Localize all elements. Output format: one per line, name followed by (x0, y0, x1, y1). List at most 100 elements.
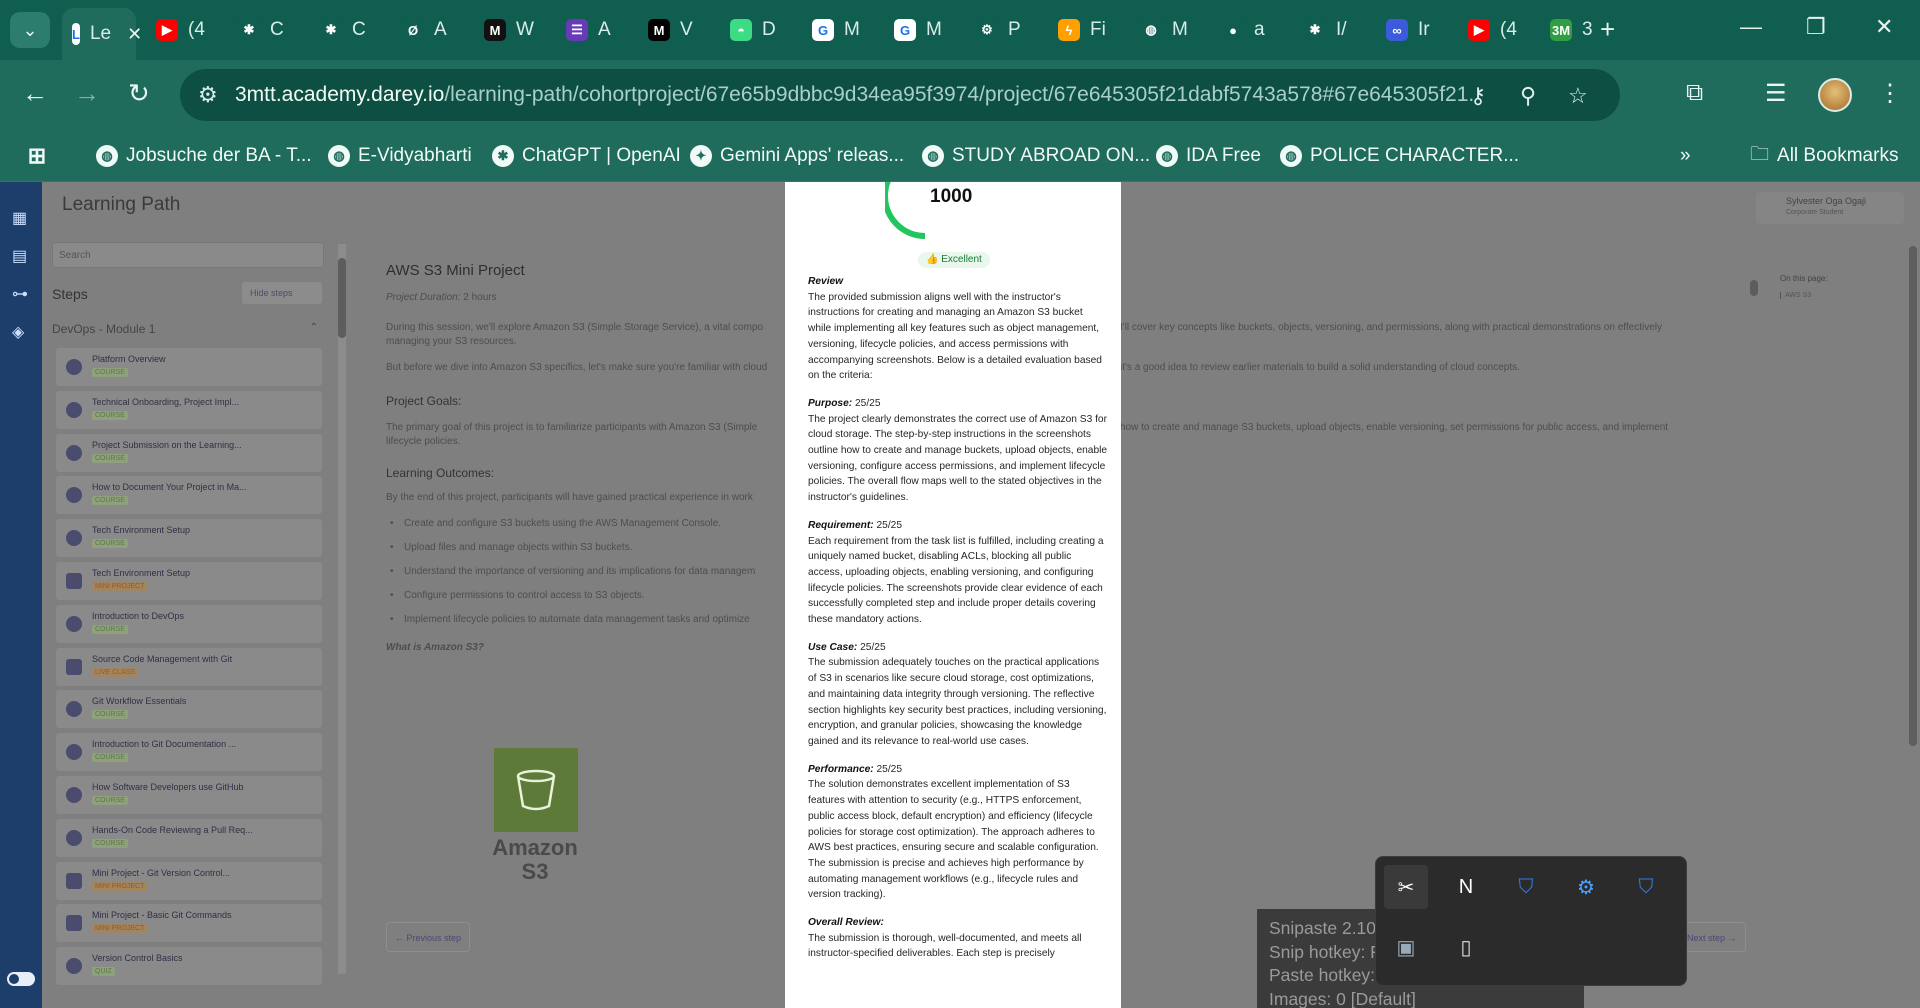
module-header[interactable]: DevOps - Module 1 ⌃ (52, 322, 324, 342)
path-icon[interactable]: ⊶ (12, 284, 28, 304)
address-bar[interactable]: ⚙ 3mtt.academy.darey.io/learning-path/co… (180, 69, 1620, 121)
content-scrollbar[interactable] (1750, 266, 1758, 896)
step-item[interactable]: Git Workflow Essentials COURSE (56, 690, 322, 729)
page-title: Learning Path (62, 194, 181, 215)
step-item[interactable]: Tech Environment Setup MINI PROJECT (56, 562, 322, 600)
defender-tray-icon[interactable]: ⛉ (1504, 865, 1548, 909)
zoom-icon[interactable]: ⚲ (1520, 83, 1536, 109)
step-item[interactable]: How to Document Your Project in Ma... COU… (56, 476, 322, 515)
tab[interactable]: ▶ (4 (146, 10, 224, 50)
google-icon: G (812, 19, 834, 41)
tab-title: V (680, 19, 693, 40)
discord-icon[interactable]: ◈ (12, 322, 24, 342)
theme-toggle[interactable] (7, 972, 35, 986)
tab-search-button[interactable]: ⌄ (10, 12, 50, 48)
tool-tray-icon[interactable]: ⚙ (1564, 865, 1608, 909)
courses-icon[interactable]: ▤ (12, 246, 27, 266)
step-item[interactable]: How Software Developers use GitHub COURSE (56, 776, 322, 814)
tab[interactable]: MW (474, 10, 552, 50)
step-item[interactable]: Hands-On Code Reviewing a Pull Req... COU… (56, 818, 322, 857)
step-badge: COURSE (92, 838, 128, 848)
previous-step-button[interactable]: ← Previous step (386, 922, 471, 952)
step-item[interactable]: Introduction to Git Documentation ... COU… (56, 733, 322, 772)
tab[interactable]: ▶ (4 (1458, 10, 1536, 50)
new-tab-button[interactable]: + (1600, 14, 1615, 45)
step-item[interactable]: Mini Project - Git Version Control... MIN… (56, 861, 322, 900)
profile-avatar[interactable] (1818, 78, 1852, 112)
next-step-button[interactable]: Next step → (1678, 922, 1746, 952)
bookmark-item[interactable]: ✦ Gemini Apps' releas... (690, 140, 904, 172)
password-key-icon[interactable]: ⚷ (1470, 83, 1486, 109)
goals-text: The primary goal of this project is to f… (386, 422, 758, 433)
tab[interactable]: GM (802, 10, 880, 50)
step-item[interactable]: Source Code Management with Git LIVE CLAS… (56, 647, 322, 686)
tab[interactable]: ØA (392, 10, 470, 50)
usb-tray-icon[interactable]: ▯ (1444, 925, 1488, 969)
url-text[interactable]: 3mtt.academy.darey.io/learning-path/coho… (235, 83, 1475, 107)
tab-strip: ⌄ L Le ✕ ▶ (4 ✱ C ✱ C Ø A M W ☰ A M V ◓ D G M G M ⚙ Pϟ Fi ◍ M ● a ✱ I/∞… (0, 0, 1920, 60)
minimize-button[interactable]: — (1740, 14, 1762, 40)
tab[interactable]: ◓ D (720, 10, 798, 50)
tab[interactable]: ⚙ P (966, 10, 1044, 50)
s3-logo-text: Amazon S3 (492, 835, 578, 884)
tab-title: W (516, 19, 534, 40)
more-bookmarks-button[interactable]: » (1680, 140, 1691, 172)
forward-button[interactable]: → (74, 78, 100, 109)
reload-button[interactable]: ↻ (128, 78, 150, 109)
site-info-icon[interactable]: ⚙ (198, 82, 218, 108)
media-control-icon[interactable]: ☰ (1765, 79, 1787, 108)
hide-steps-button[interactable]: Hide steps (242, 282, 322, 304)
bookmark-item[interactable]: ◍ STUDY ABROAD ON... (922, 140, 1150, 172)
step-item[interactable]: Version Control Basics QUIZ (56, 947, 322, 986)
step-item[interactable]: Tech Environment Setup COURSE (56, 519, 322, 558)
on-this-page-link[interactable]: AWS S3 (1780, 292, 1811, 299)
bookmark-item[interactable]: ◍ E-Vidyabharti (328, 140, 472, 172)
tab[interactable]: ∞ Ir (1376, 10, 1454, 50)
page-scrollbar[interactable] (1906, 182, 1920, 1008)
globe-icon: ✦ (690, 145, 712, 167)
step-item[interactable]: Technical Onboarding, Project Impl... COU… (56, 390, 322, 429)
tab[interactable]: ☰ A (556, 10, 634, 50)
step-item[interactable]: Platform Overview COURSE (56, 348, 322, 386)
apps-button[interactable]: ⊞ (26, 140, 48, 172)
bookmark-item[interactable]: ◍ IDA Free (1156, 140, 1261, 172)
dashboard-icon[interactable]: ▦ (12, 208, 27, 228)
tab[interactable]: L Le ✕ (62, 8, 142, 60)
bookmark-item[interactable]: ◍ Jobsuche der BA - T... (96, 140, 312, 172)
bookmark-item[interactable]: ✱ ChatGPT | OpenAI (492, 140, 681, 172)
tab[interactable]: ✱ C (310, 10, 388, 50)
step-item[interactable]: Introduction to DevOps COURSE (56, 604, 322, 643)
learning-icon: L (72, 23, 80, 45)
tab[interactable]: ✱ I/ (1294, 10, 1372, 50)
notion-tray-icon[interactable]: N (1444, 865, 1488, 909)
tab[interactable]: ϟ Fi (1048, 10, 1126, 50)
step-item[interactable]: Project Submission on the Learning... COU… (56, 433, 322, 472)
user-menu[interactable]: Sylvester Oga Ogaji Corporate Student (1756, 192, 1904, 224)
step-badge: COURSE (92, 753, 128, 763)
play-icon (66, 444, 82, 461)
extensions-icon[interactable]: ⧉ (1686, 79, 1703, 107)
chevron-up-icon: ⌃ (309, 322, 318, 333)
app-tray-icon[interactable]: ▣ (1384, 925, 1428, 969)
tab[interactable]: GM (884, 10, 962, 50)
search-input[interactable]: Search (52, 242, 324, 268)
outcome-item: Implement lifecycle policies to automate… (390, 614, 750, 625)
bookmark-star-icon[interactable]: ☆ (1568, 83, 1588, 109)
sidebar-scrollbar[interactable] (338, 244, 346, 974)
tab[interactable]: ● a (1212, 10, 1290, 50)
tab[interactable]: MV (638, 10, 716, 50)
step-item[interactable]: Mini Project - Basic Git Commands MINI PR… (56, 904, 322, 943)
menu-kebab-icon[interactable]: ⋮ (1878, 79, 1902, 108)
chatgpt-icon: ✱ (238, 19, 260, 41)
tab[interactable]: ◍ M (1130, 10, 1208, 50)
tab-title: M (1172, 19, 1188, 40)
tab[interactable]: ✱ C (228, 10, 306, 50)
restore-button[interactable]: ❐ (1806, 14, 1826, 40)
close-window-button[interactable]: ✕ (1875, 14, 1893, 40)
bookmark-item[interactable]: ◍ POLICE CHARACTER... (1280, 140, 1519, 172)
back-button[interactable]: ← (22, 78, 48, 109)
snipaste-tray-icon[interactable]: ✂ (1384, 865, 1428, 909)
all-bookmarks-button[interactable]: 🗀 All Bookmarks (1750, 140, 1898, 172)
security-check-tray-icon[interactable]: ⛉ (1624, 865, 1668, 909)
close-tab-icon[interactable]: ✕ (127, 24, 142, 45)
